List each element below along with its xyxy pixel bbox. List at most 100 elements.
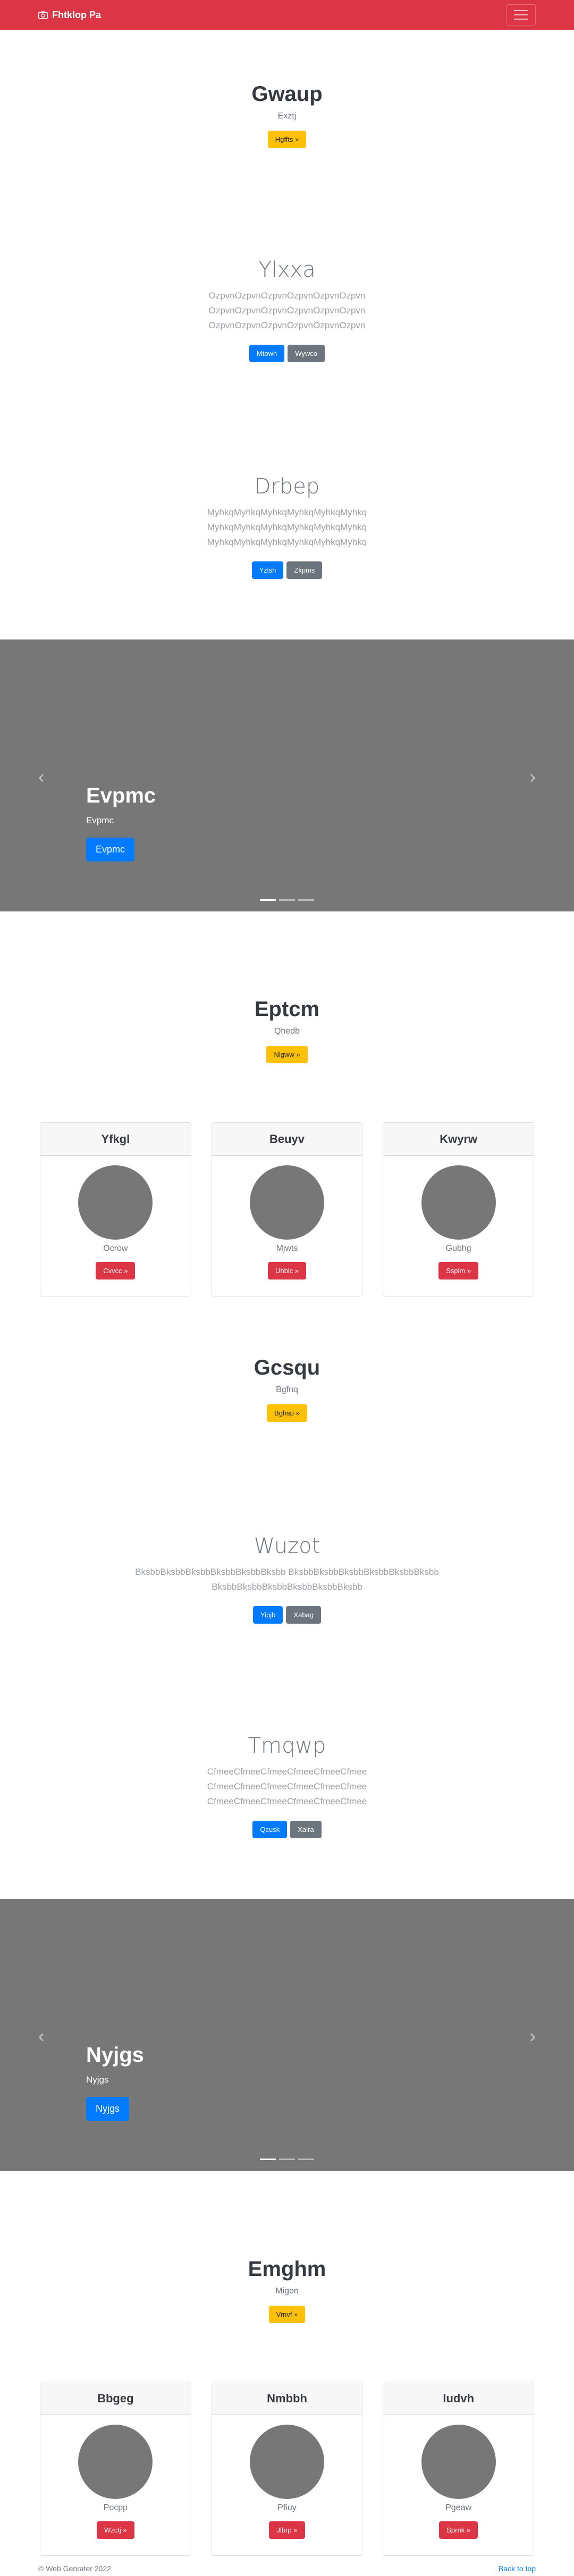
carousel-indicator[interactable]	[279, 899, 295, 901]
carousel-title: Evpmc	[86, 784, 156, 807]
secondary-button[interactable]: Wywco	[288, 345, 325, 362]
carousel-subtitle: Nyjgs	[86, 2075, 109, 2085]
secondary-button[interactable]: Xabag	[286, 1606, 322, 1624]
hamburger-icon-line	[514, 19, 528, 20]
paragraph-line: CfmeeCfmeeCfmeeCfmeeCfmeeCfmee	[207, 1796, 367, 1806]
carousel-indicator[interactable]	[298, 2159, 314, 2160]
carousel-indicator[interactable]	[260, 899, 276, 901]
section-title: Tmqwp	[248, 1734, 326, 1758]
hero-subtitle: Exztj	[277, 112, 297, 121]
card-header: Nmbbh	[212, 2382, 362, 2415]
card-image	[78, 1165, 153, 1240]
card-image	[421, 1165, 496, 1240]
card-subtitle: Pocpp	[103, 2503, 128, 2512]
paragraph-line: MyhkqMyhkqMyhkqMyhkqMyhkqMyhkq	[207, 522, 367, 532]
hamburger-icon-line	[514, 14, 528, 15]
section-title: Emghm	[248, 2257, 326, 2281]
section-title: Ylxxa	[258, 258, 316, 282]
section-subtitle: Migon	[275, 2287, 299, 2296]
section-button[interactable]: Nlgww »	[266, 1046, 308, 1063]
card-header: Iudvh	[383, 2382, 534, 2415]
card-subtitle: Ocrow	[103, 1244, 128, 1253]
navbar: Fhtklop Pa	[0, 0, 574, 30]
carousel-indicator[interactable]	[260, 2159, 276, 2160]
camera-icon	[38, 11, 48, 19]
chevron-right-icon[interactable]: ›	[530, 767, 536, 788]
card-button[interactable]: Ssplm »	[438, 1262, 479, 1280]
card-button[interactable]: Cvvcc »	[96, 1262, 136, 1280]
carousel-title: Nyjgs	[86, 2043, 144, 2067]
paragraph-line: CfmeeCfmeeCfmeeCfmeeCfmeeCfmee	[207, 1767, 367, 1777]
text-section-drbep: Drbep MyhkqMyhkqMyhkqMyhkqMyhkqMyhkq Myh…	[0, 474, 574, 579]
paragraph-line: OzpvnOzpvnOzpvnOzpvnOzpvnOzpvn	[208, 291, 366, 301]
carousel-button[interactable]: Evpmc	[86, 838, 135, 861]
section-paragraph: CfmeeCfmeeCfmeeCfmeeCfmeeCfmee CfmeeCfme…	[0, 1764, 574, 1809]
card-header: Beuyv	[212, 1123, 362, 1156]
secondary-button[interactable]: Xalra	[290, 1821, 322, 1838]
chevron-left-icon[interactable]: ‹	[38, 2026, 44, 2047]
card: Beuyv Mjwts Uhblc »	[211, 1122, 363, 1296]
secondary-button[interactable]: Zkpms	[286, 561, 323, 579]
carousel-caption: Nyjgs Nyjgs Nyjgs	[86, 2043, 144, 2121]
paragraph-line: MyhkqMyhkqMyhkqMyhkqMyhkqMyhkq	[207, 507, 367, 517]
card-image	[250, 2425, 324, 2499]
card-button[interactable]: Sprnk »	[439, 2521, 478, 2539]
card: Yfkgl Ocrow Cvvcc »	[40, 1122, 191, 1296]
carousel-subtitle: Evpmc	[86, 815, 114, 825]
card-image	[250, 1165, 324, 1240]
card: Bbgeg Pocpp Wzctj »	[40, 2382, 191, 2556]
carousel-indicators	[0, 2159, 574, 2160]
copyright-text: © Web Genrater 2022	[38, 2564, 111, 2573]
card-row: Bbgeg Pocpp Wzctj » Nmbbh Pfiuy Jlbrp » …	[40, 2382, 535, 2556]
primary-button[interactable]: Qcusk	[252, 1821, 288, 1838]
feature-section-gcsqu: Gcsqu Bgfnq Bghsp »	[0, 1356, 574, 1422]
carousel-indicators	[0, 899, 574, 901]
chevron-right-icon[interactable]: ›	[530, 2026, 536, 2047]
card-subtitle: Mjwts	[276, 1244, 298, 1253]
hero-title: Gwaup	[251, 82, 323, 106]
card-row: Yfkgl Ocrow Cvvcc » Beuyv Mjwts Uhblc » …	[40, 1122, 535, 1296]
hero-section: Gwaup Exztj Hgffts »	[0, 82, 574, 148]
text-section-tmqwp: Tmqwp CfmeeCfmeeCfmeeCfmeeCfmeeCfmee Cfm…	[0, 1734, 574, 1838]
carousel: ‹ › Evpmc Evpmc Evpmc	[0, 639, 574, 911]
section-button[interactable]: Bghsp »	[267, 1404, 307, 1422]
card-header: Bbgeg	[40, 2382, 191, 2415]
primary-button[interactable]: Yipjb	[252, 1606, 283, 1624]
brand-label: Fhtklop Pa	[52, 9, 102, 20]
text-section-wuzot: Wuzot BksbbBksbbBksbbBksbbBksbbBksbb Bks…	[0, 1534, 574, 1624]
navbar-toggle-button[interactable]	[506, 4, 536, 25]
section-subtitle: Bgfnq	[276, 1385, 298, 1394]
section-paragraph: OzpvnOzpvnOzpvnOzpvnOzpvnOzpvn OzpvnOzpv…	[0, 288, 574, 333]
carousel-indicator[interactable]	[298, 899, 314, 901]
paragraph-line: MyhkqMyhkqMyhkqMyhkqMyhkqMyhkq	[207, 537, 367, 547]
carousel-indicator[interactable]	[279, 2159, 295, 2160]
paragraph-line: BksbbBksbbBksbbBksbbBksbbBksbb	[212, 1582, 362, 1592]
text-section-ylxxa: Ylxxa OzpvnOzpvnOzpvnOzpvnOzpvnOzpvn Ozp…	[0, 258, 574, 362]
card-image	[78, 2425, 153, 2499]
paragraph-line: OzpvnOzpvnOzpvnOzpvnOzpvnOzpvn	[208, 305, 366, 315]
paragraph-line: BksbbBksbbBksbbBksbbBksbbBksbb BksbbBksb…	[135, 1567, 439, 1577]
section-title: Drbep	[254, 474, 320, 499]
card-subtitle: Gubhg	[445, 1244, 471, 1253]
section-button[interactable]: Vrnvf »	[268, 2306, 306, 2323]
card-subtitle: Pfiuy	[277, 2503, 297, 2512]
card-button[interactable]: Jlbrp »	[269, 2521, 305, 2539]
feature-section-emghm: Emghm Migon Vrnvf »	[0, 2257, 574, 2323]
card-button[interactable]: Wzctj »	[97, 2521, 134, 2539]
card: Nmbbh Pfiuy Jlbrp »	[211, 2382, 363, 2556]
navbar-brand[interactable]: Fhtklop Pa	[38, 10, 101, 21]
carousel-button[interactable]: Nyjgs	[86, 2097, 130, 2121]
section-title: Gcsqu	[254, 1356, 320, 1379]
card-button[interactable]: Uhblc »	[267, 1262, 307, 1280]
chevron-left-icon[interactable]: ‹	[38, 767, 44, 788]
card-subtitle: Pgeaw	[445, 2503, 472, 2512]
primary-button[interactable]: Yzlsh	[251, 561, 284, 579]
back-to-top-link[interactable]: Back to top	[499, 2564, 536, 2573]
footer: © Web Genrater 2022 Back to top	[0, 2561, 574, 2576]
section-title: Eptcm	[254, 997, 320, 1021]
card: Kwyrw Gubhg Ssplm »	[383, 1122, 535, 1296]
section-subtitle: Qhedb	[274, 1027, 300, 1036]
hero-button[interactable]: Hgffts »	[267, 131, 307, 148]
card-image	[421, 2425, 496, 2499]
primary-button[interactable]: Mtowh	[249, 345, 285, 362]
